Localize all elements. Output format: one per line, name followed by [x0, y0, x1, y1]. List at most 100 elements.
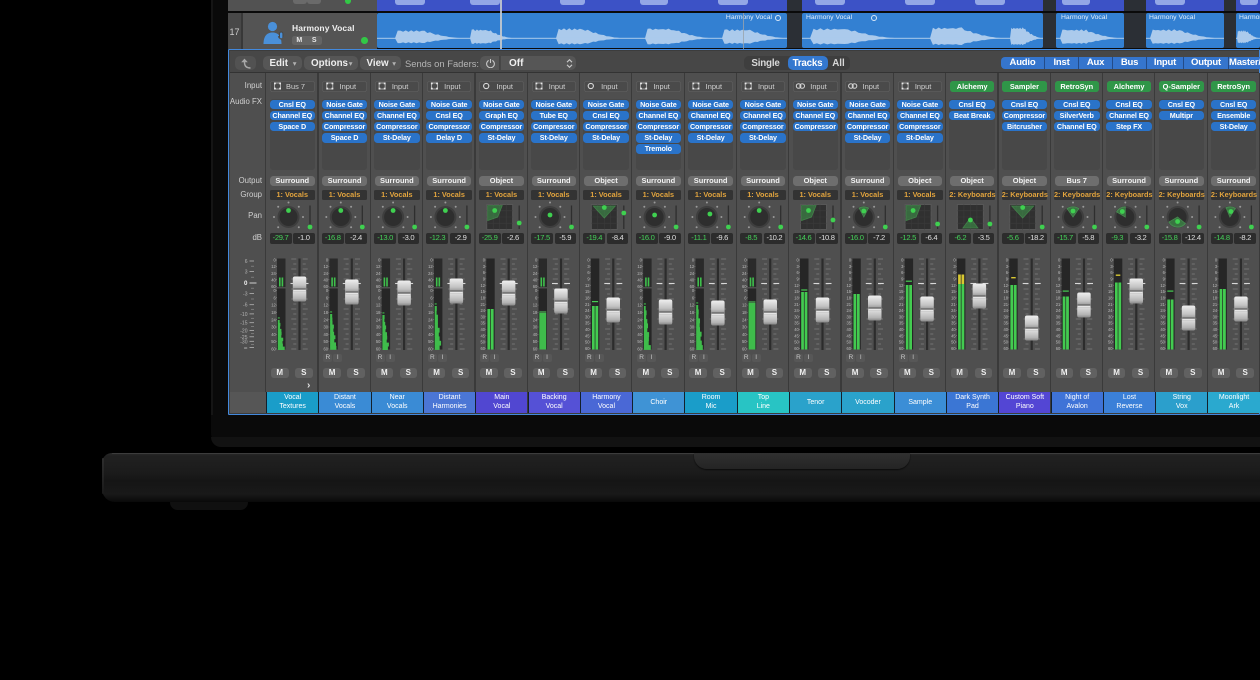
svg-text:-6: -6	[243, 303, 248, 309]
svg-text:24: 24	[323, 317, 328, 322]
svg-text:35: 35	[1212, 321, 1217, 326]
svg-text:50: 50	[271, 339, 276, 344]
svg-text:60: 60	[689, 347, 694, 352]
svg-text:12: 12	[323, 303, 328, 308]
svg-text:50: 50	[637, 339, 642, 344]
svg-text:18: 18	[1055, 296, 1060, 301]
svg-text:12: 12	[375, 264, 380, 269]
svg-text:18: 18	[585, 296, 590, 301]
svg-text:35: 35	[898, 321, 903, 326]
svg-text:12: 12	[271, 264, 276, 269]
svg-text:40: 40	[428, 332, 433, 337]
svg-text:40: 40	[271, 332, 276, 337]
svg-text:18: 18	[271, 310, 276, 315]
svg-text:-3: -3	[243, 291, 248, 297]
svg-text:50: 50	[689, 339, 694, 344]
svg-text:18: 18	[951, 296, 956, 301]
svg-text:-30: -30	[240, 339, 247, 345]
svg-text:18: 18	[480, 296, 485, 301]
svg-text:30: 30	[1108, 314, 1113, 319]
svg-text:21: 21	[1055, 302, 1060, 307]
svg-text:30: 30	[951, 314, 956, 319]
svg-text:12: 12	[794, 283, 799, 288]
svg-text:30: 30	[271, 325, 276, 330]
svg-text:18: 18	[637, 310, 642, 315]
svg-text:30: 30	[323, 325, 328, 330]
svg-text:60: 60	[271, 347, 276, 352]
svg-text:60: 60	[585, 346, 590, 351]
svg-text:15: 15	[480, 289, 485, 294]
svg-text:12: 12	[532, 303, 537, 308]
svg-text:12: 12	[428, 264, 433, 269]
svg-text:50: 50	[532, 339, 537, 344]
svg-text:40: 40	[898, 327, 903, 332]
svg-text:15: 15	[951, 289, 956, 294]
svg-text:60: 60	[1160, 346, 1165, 351]
svg-text:40: 40	[375, 277, 380, 282]
svg-text:15: 15	[1055, 289, 1060, 294]
svg-text:30: 30	[532, 325, 537, 330]
svg-text:40: 40	[480, 327, 485, 332]
svg-text:35: 35	[1160, 321, 1165, 326]
svg-text:60: 60	[1003, 346, 1008, 351]
svg-text:50: 50	[375, 339, 380, 344]
svg-text:24: 24	[532, 271, 537, 276]
svg-text:40: 40	[532, 332, 537, 337]
svg-text:45: 45	[1160, 333, 1165, 338]
svg-text:24: 24	[637, 271, 642, 276]
svg-text:18: 18	[428, 310, 433, 315]
svg-text:24: 24	[689, 317, 694, 322]
svg-text:40: 40	[741, 277, 746, 282]
svg-text:15: 15	[1108, 289, 1113, 294]
svg-text:15: 15	[794, 289, 799, 294]
svg-text:24: 24	[1055, 308, 1060, 313]
svg-text:15: 15	[1003, 289, 1008, 294]
svg-text:50: 50	[951, 340, 956, 345]
svg-text:40: 40	[951, 327, 956, 332]
svg-text:24: 24	[428, 317, 433, 322]
svg-text:24: 24	[375, 317, 380, 322]
svg-text:24: 24	[532, 317, 537, 322]
svg-text:40: 40	[375, 332, 380, 337]
svg-text:45: 45	[846, 333, 851, 338]
svg-text:12: 12	[1160, 283, 1165, 288]
svg-text:24: 24	[689, 271, 694, 276]
svg-text:30: 30	[846, 314, 851, 319]
svg-text:24: 24	[741, 317, 746, 322]
svg-text:60: 60	[1108, 346, 1113, 351]
svg-text:21: 21	[1003, 302, 1008, 307]
svg-text:60: 60	[428, 347, 433, 352]
svg-text:-10: -10	[240, 312, 247, 318]
svg-text:12: 12	[898, 283, 903, 288]
svg-text:18: 18	[794, 296, 799, 301]
svg-text:21: 21	[1108, 302, 1113, 307]
svg-text:40: 40	[1212, 327, 1217, 332]
svg-text:40: 40	[1160, 327, 1165, 332]
svg-text:12: 12	[375, 303, 380, 308]
svg-text:12: 12	[323, 264, 328, 269]
svg-text:21: 21	[1160, 302, 1165, 307]
svg-text:24: 24	[951, 308, 956, 313]
svg-text:21: 21	[585, 302, 590, 307]
svg-text:15: 15	[1212, 289, 1217, 294]
svg-text:18: 18	[898, 296, 903, 301]
svg-text:18: 18	[689, 310, 694, 315]
svg-text:60: 60	[794, 346, 799, 351]
svg-text:18: 18	[846, 296, 851, 301]
svg-text:45: 45	[794, 333, 799, 338]
svg-text:60: 60	[1055, 346, 1060, 351]
svg-text:50: 50	[898, 340, 903, 345]
svg-text:45: 45	[1055, 333, 1060, 338]
svg-text:30: 30	[898, 314, 903, 319]
svg-text:40: 40	[637, 332, 642, 337]
svg-text:60: 60	[898, 346, 903, 351]
svg-text:60: 60	[951, 346, 956, 351]
svg-text:12: 12	[846, 283, 851, 288]
svg-text:12: 12	[480, 283, 485, 288]
svg-text:35: 35	[1108, 321, 1113, 326]
svg-text:12: 12	[1003, 283, 1008, 288]
svg-text:21: 21	[951, 302, 956, 307]
svg-text:45: 45	[585, 333, 590, 338]
svg-text:40: 40	[637, 277, 642, 282]
svg-text:50: 50	[1212, 340, 1217, 345]
